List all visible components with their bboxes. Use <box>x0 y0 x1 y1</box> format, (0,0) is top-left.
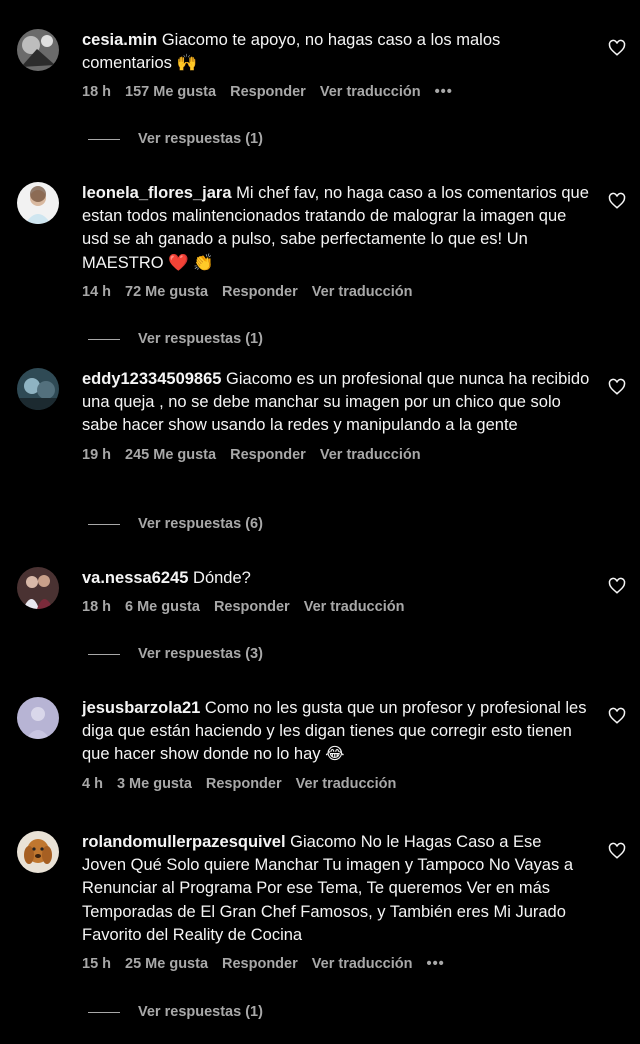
translate-link[interactable]: Ver traducción <box>320 84 421 100</box>
comment-username[interactable]: eddy12334509865 <box>82 370 221 388</box>
replies-divider <box>88 1011 120 1013</box>
replies-divider <box>88 523 120 525</box>
avatar-dog-photo-icon <box>17 831 59 873</box>
translate-link[interactable]: Ver traducción <box>312 956 413 972</box>
replies-divider <box>88 138 120 140</box>
view-replies-button[interactable]: Ver respuestas (1) <box>88 331 263 351</box>
comment-time: 15 h <box>82 956 112 973</box>
avatar[interactable] <box>17 368 59 410</box>
translate-link[interactable]: Ver traducción <box>296 776 397 792</box>
comment-text: Dónde? <box>193 569 251 587</box>
comment-username[interactable]: va.nessa6245 <box>82 569 188 587</box>
more-options-icon[interactable]: ••• <box>427 956 445 972</box>
comment-meta: 18 h 6 Me gusta Responder Ver traducción <box>82 599 590 619</box>
view-replies-button[interactable]: Ver respuestas (3) <box>88 646 263 666</box>
more-options-icon[interactable]: ••• <box>435 84 453 100</box>
avatar-lavender-photo-icon <box>17 697 59 739</box>
view-replies-label[interactable]: Ver respuestas (6) <box>138 516 263 532</box>
comment-username[interactable]: leonela_flores_jara <box>82 184 232 202</box>
avatar[interactable] <box>17 567 59 609</box>
comment-time: 19 h <box>82 446 112 463</box>
heart-icon[interactable] <box>608 39 626 57</box>
comment-time: 18 h <box>82 84 112 101</box>
reply-button[interactable]: Responder <box>214 599 290 615</box>
comment-username[interactable]: jesusbarzola21 <box>82 699 200 717</box>
reply-button[interactable]: Responder <box>230 447 306 463</box>
comment-time: 18 h <box>82 599 112 616</box>
avatar-dark-photo-icon <box>17 29 59 71</box>
heart-icon[interactable] <box>608 577 626 595</box>
view-replies-label[interactable]: Ver respuestas (1) <box>138 131 263 147</box>
likes-count[interactable]: 157 Me gusta <box>125 84 216 100</box>
likes-count[interactable]: 25 Me gusta <box>125 956 208 972</box>
heart-icon[interactable] <box>608 192 626 210</box>
likes-count[interactable]: 72 Me gusta <box>125 284 208 300</box>
avatar[interactable] <box>17 29 59 71</box>
view-replies-label[interactable]: Ver respuestas (1) <box>138 331 263 347</box>
avatar-blue-photo-icon <box>17 368 59 410</box>
reply-button[interactable]: Responder <box>206 776 282 792</box>
translate-link[interactable]: Ver traducción <box>320 447 421 463</box>
reply-button[interactable]: Responder <box>222 284 298 300</box>
reply-button[interactable]: Responder <box>230 84 306 100</box>
translate-link[interactable]: Ver traducción <box>304 599 405 615</box>
heart-icon[interactable] <box>608 707 626 725</box>
avatar[interactable] <box>17 697 59 739</box>
likes-count[interactable]: 3 Me gusta <box>117 776 192 792</box>
comment-meta: 15 h 25 Me gusta Responder Ver traducción ••… <box>82 956 590 976</box>
view-replies-label[interactable]: Ver respuestas (1) <box>138 1004 263 1020</box>
heart-icon[interactable] <box>608 378 626 396</box>
comment-time: 14 h <box>82 283 112 300</box>
replies-divider <box>88 653 120 655</box>
comment-time: 4 h <box>82 775 103 792</box>
view-replies-button[interactable]: Ver respuestas (1) <box>88 1004 263 1024</box>
heart-icon[interactable] <box>608 842 626 860</box>
view-replies-button[interactable]: Ver respuestas (1) <box>88 131 263 151</box>
replies-divider <box>88 338 120 340</box>
reply-button[interactable]: Responder <box>222 956 298 972</box>
comment-username[interactable]: rolandomullerpazesquivel <box>82 833 286 851</box>
likes-count[interactable]: 6 Me gusta <box>125 599 200 615</box>
translate-link[interactable]: Ver traducción <box>312 284 413 300</box>
view-replies-label[interactable]: Ver respuestas (3) <box>138 646 263 662</box>
comment-username[interactable]: cesia.min <box>82 31 157 49</box>
comment-meta: 4 h 3 Me gusta Responder Ver traducción <box>82 776 590 796</box>
avatar[interactable] <box>17 831 59 873</box>
likes-count[interactable]: 245 Me gusta <box>125 447 216 463</box>
avatar-light-photo-icon <box>17 182 59 224</box>
comment-meta: 14 h 72 Me gusta Responder Ver traducción <box>82 284 590 304</box>
view-replies-button[interactable]: Ver respuestas (6) <box>88 516 263 536</box>
comment-meta: 19 h 245 Me gusta Responder Ver traducción <box>82 447 590 467</box>
comment-meta: 18 h 157 Me gusta Responder Ver traducción •… <box>82 84 590 104</box>
avatar-couple-photo-icon <box>17 567 59 609</box>
avatar[interactable] <box>17 182 59 224</box>
